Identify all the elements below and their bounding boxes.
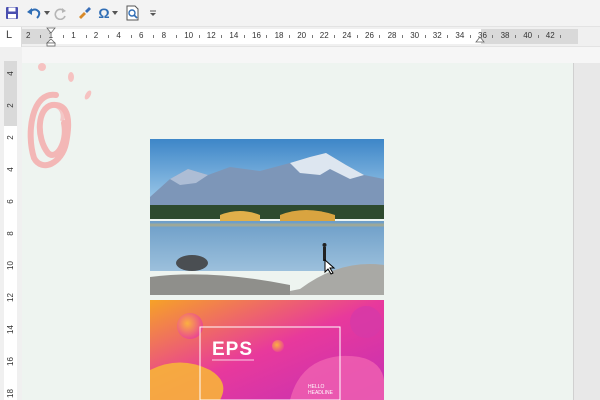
vertical-ruler-label: 2 [6, 135, 15, 140]
omega-icon: Ω [98, 5, 110, 21]
poster-graphic [150, 300, 384, 400]
ruler-label: 1 [71, 31, 76, 40]
landscape-photo [150, 139, 384, 295]
ruler-tick [514, 35, 516, 38]
vertical-ruler-label: 2 [6, 103, 15, 108]
poster-hello-line2: HEADLINE [308, 390, 334, 396]
ruler-label: 34 [455, 31, 465, 40]
ruler-label: 8 [161, 31, 167, 40]
vertical-ruler-label: 8 [6, 231, 15, 236]
document-page[interactable]: EPS HELLO HEADLINE [22, 63, 574, 400]
vertical-ruler-label: 6 [6, 199, 15, 204]
poster-hello-text: HELLO HEADLINE [308, 384, 333, 396]
vertical-ruler-label: 14 [6, 325, 15, 334]
save-icon [6, 7, 18, 19]
eps-poster-image[interactable]: EPS HELLO HEADLINE [150, 300, 384, 400]
page-gap [22, 47, 600, 63]
undo-dropdown-button[interactable] [43, 3, 51, 23]
mountain-lake-image[interactable] [150, 139, 384, 295]
ruler-tick [266, 35, 268, 38]
vertical-ruler: 4 2 2 4 6 8 10 12 14 16 18 [0, 47, 22, 400]
save-button[interactable] [3, 3, 21, 23]
ruler-label: 2 [26, 31, 31, 40]
vertical-ruler-label: 16 [6, 357, 15, 366]
right-indent-marker[interactable] [474, 36, 486, 46]
ruler-label: 38 [500, 31, 510, 40]
ruler-label: 12 [206, 31, 216, 40]
ruler-tick [243, 35, 245, 38]
ruler-label: 2 [93, 31, 99, 40]
ruler-tick [492, 35, 494, 38]
first-line-indent-marker[interactable] [44, 27, 58, 47]
redo-button[interactable] [53, 3, 69, 23]
ruler-label: 6 [139, 31, 144, 40]
poster-title: EPS [212, 339, 254, 360]
ruler-tick [153, 35, 155, 38]
ruler-tick [221, 35, 223, 38]
ruler-label: 22 [319, 31, 329, 40]
ruler-scale: 2 1 1 2 4 6 8 10 12 14 16 18 20 22 24 26 28 30 32 34 36 38 40 4… [22, 29, 578, 44]
ruler-label: 30 [410, 31, 420, 40]
ruler-tick [424, 35, 426, 38]
tab-selector[interactable]: L [0, 27, 22, 47]
ruler-label: 14 [229, 31, 239, 40]
chevron-down-icon [44, 11, 50, 15]
ruler-label: 10 [184, 31, 194, 40]
ruler-tick [379, 35, 381, 38]
format-painter-button[interactable] [76, 3, 94, 23]
ruler-label: 24 [342, 31, 352, 40]
vertical-ruler-label: 12 [6, 293, 15, 302]
vertical-ruler-label: 18 [6, 389, 15, 398]
ruler-label: 26 [365, 31, 374, 40]
ruler-label: 28 [387, 31, 397, 40]
ruler-tick [469, 35, 471, 38]
vertical-ruler-label: 10 [6, 261, 15, 270]
ruler-tick [401, 35, 403, 38]
document-canvas[interactable]: EPS HELLO HEADLINE [22, 47, 600, 400]
tab-stop-type-label: L [6, 29, 13, 41]
ruler-label: 4 [116, 31, 121, 40]
format-painter-icon [79, 7, 91, 19]
print-preview-button[interactable] [124, 3, 142, 23]
ruler-label: 18 [274, 31, 284, 40]
vertical-ruler-label: 4 [6, 167, 15, 172]
quick-access-toolbar: Ω [0, 0, 600, 26]
undo-icon [27, 8, 41, 19]
print-preview-icon [126, 5, 139, 21]
ruler-tick [537, 35, 539, 38]
chevron-down-icon [112, 11, 118, 15]
ruler-tick [175, 35, 177, 38]
ruler-tick [288, 35, 290, 38]
mouse-cursor-icon [324, 259, 336, 275]
ruler-tick [130, 35, 132, 38]
ruler-tick [334, 35, 336, 38]
ruler-tick [40, 35, 42, 38]
ruler-tick [62, 35, 64, 38]
decorative-scribble [27, 63, 92, 169]
ruler-tick [108, 35, 110, 38]
ruler-label: 20 [297, 31, 307, 40]
symbol-dropdown-button[interactable] [111, 3, 119, 23]
vertical-ruler-label: 4 [6, 71, 15, 76]
undo-button[interactable] [25, 3, 43, 23]
ruler-tick [198, 35, 200, 38]
ruler-tick [356, 35, 358, 38]
ruler-label: 32 [432, 31, 442, 40]
ruler-tick [85, 35, 87, 38]
customize-toolbar-button[interactable] [148, 3, 158, 23]
ruler-label: 42 [545, 31, 555, 40]
ruler-tick [560, 35, 562, 38]
ruler-tick [447, 35, 449, 38]
symbol-button[interactable]: Ω [96, 3, 112, 23]
ruler-tick [311, 35, 313, 38]
redo-icon [54, 8, 66, 20]
ruler-label: 16 [252, 31, 261, 40]
ruler-label: 40 [523, 31, 533, 40]
horizontal-ruler: L 2 1 1 2 4 6 8 10 12 14 16 18 20 22 24 26 28 30 32 34 36 38 4… [0, 26, 600, 47]
chevron-down-icon [150, 10, 156, 16]
